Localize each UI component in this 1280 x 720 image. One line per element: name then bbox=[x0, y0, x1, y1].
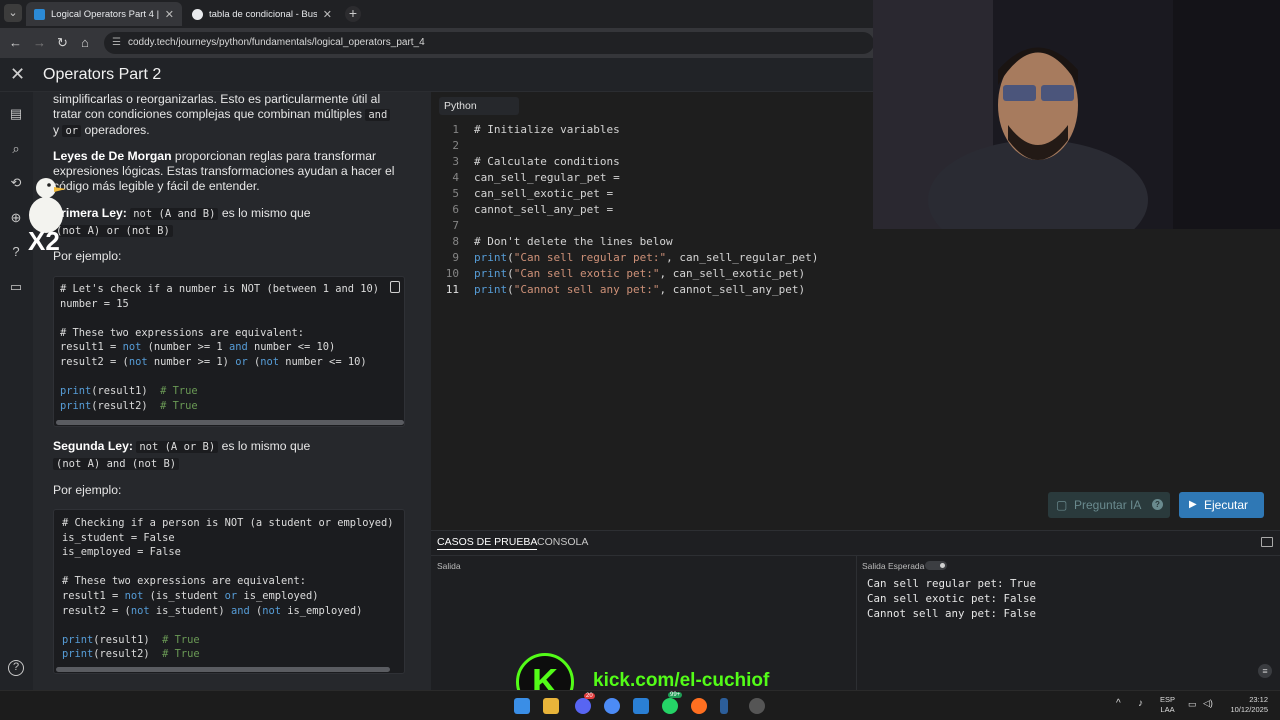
taskbar: 20 99+ ^ ♪ ESP LAA ▭ ◁) 23:12 10/12/2025 bbox=[0, 690, 1280, 720]
code-scrollbar[interactable] bbox=[56, 667, 390, 672]
lesson-doc-icon[interactable]: ▤ bbox=[8, 106, 24, 122]
ask-ai-button[interactable]: ▢ Preguntar IA ? bbox=[1048, 492, 1170, 518]
run-button[interactable]: ▶ Ejecutar bbox=[1179, 492, 1264, 518]
site-info-icon[interactable]: ☰ bbox=[112, 32, 121, 54]
menu-icon[interactable]: ≡ bbox=[1258, 664, 1272, 678]
intro-text: simplificarlas o reorganizarlas. Esto es… bbox=[53, 92, 413, 139]
expected-line: Can sell regular pet: True bbox=[867, 577, 1037, 590]
close-lesson-icon[interactable]: ✕ bbox=[10, 64, 25, 85]
vscode-icon[interactable] bbox=[633, 698, 649, 714]
info-icon: ? bbox=[1152, 499, 1163, 510]
chrome-icon[interactable] bbox=[604, 698, 620, 714]
reload-icon[interactable]: ↻ bbox=[57, 35, 68, 51]
example-label-2: Por ejemplo: bbox=[53, 483, 122, 497]
search-doc-icon[interactable]: ⌕ bbox=[8, 141, 24, 157]
output-label: Salida bbox=[437, 561, 461, 571]
code-scrollbar[interactable] bbox=[56, 420, 404, 425]
kick-url-text: kick.com/el-cuchiof bbox=[593, 670, 770, 691]
forward-arrow-icon[interactable]: → bbox=[33, 35, 46, 50]
ai-icon: ▢ bbox=[1056, 498, 1068, 512]
tab-test-cases[interactable]: CASOS DE PRUEBA bbox=[437, 536, 538, 550]
windows-start-icon[interactable] bbox=[514, 698, 530, 714]
chat-icon[interactable]: ▭ bbox=[8, 279, 24, 295]
first-law: Primera Ley: not (A and B) es lo mismo q… bbox=[53, 206, 311, 237]
duck-label: X2 bbox=[28, 226, 60, 256]
discord-icon[interactable] bbox=[575, 698, 591, 714]
expected-line: Can sell exotic pet: False bbox=[867, 592, 1037, 605]
new-tab-button[interactable]: + bbox=[345, 6, 361, 22]
network-icon[interactable]: ▭ bbox=[1188, 699, 1197, 710]
whatsapp-badge: 99+ bbox=[668, 692, 683, 698]
expected-output-label: Salida Esperada bbox=[862, 561, 925, 571]
browser-tab-search[interactable]: tabla de condicional - Buscar co ✕ bbox=[184, 2, 340, 26]
browser-tab-active[interactable]: Logical Operators Part 4 | Pytho ✕ bbox=[26, 2, 182, 26]
language-indicator[interactable]: ESP LAA bbox=[1160, 695, 1175, 715]
firefox-icon[interactable] bbox=[691, 698, 707, 714]
back-arrow-icon[interactable]: ← bbox=[9, 35, 22, 50]
github-icon[interactable] bbox=[749, 698, 765, 714]
tray-overflow-icon[interactable]: ^ bbox=[1116, 698, 1121, 709]
discord-badge: 20 bbox=[584, 693, 595, 699]
copy-icon[interactable] bbox=[390, 281, 400, 293]
tab-close-icon[interactable]: ✕ bbox=[165, 8, 174, 21]
duck-overlay: X2 bbox=[26, 170, 74, 260]
tab-search-menu[interactable]: ⌄ bbox=[4, 4, 22, 22]
webcam-overlay bbox=[873, 0, 1280, 229]
home-icon[interactable]: ⌂ bbox=[81, 35, 89, 50]
panel-layout-icon[interactable] bbox=[1261, 537, 1273, 547]
tab-close-icon[interactable]: ✕ bbox=[323, 8, 332, 21]
example-label-1: Por ejemplo: bbox=[53, 249, 122, 263]
demorgan-text: Leyes de De Morgan proporcionan reglas p… bbox=[53, 149, 395, 193]
code-example-2: # Checking if a person is NOT (a student… bbox=[53, 509, 405, 674]
address-bar[interactable]: ☰ coddy.tech/journeys/python/fundamental… bbox=[104, 32, 874, 54]
app-icon[interactable] bbox=[720, 698, 728, 714]
history-icon[interactable]: ⟲ bbox=[8, 175, 24, 191]
volume-icon[interactable]: ◁) bbox=[1203, 698, 1213, 709]
google-favicon-icon bbox=[192, 8, 203, 20]
page-title: Operators Part 2 bbox=[43, 66, 162, 83]
language-tab[interactable]: Python bbox=[439, 97, 519, 115]
coddy-favicon-icon bbox=[34, 8, 45, 20]
tab-console[interactable]: CONSOLA bbox=[537, 536, 588, 548]
play-icon: ▶ bbox=[1189, 499, 1197, 510]
lesson-pane: simplificarlas o reorganizarlas. Esto es… bbox=[33, 92, 431, 690]
file-explorer-icon[interactable] bbox=[543, 698, 559, 714]
microphone-icon[interactable]: ♪ bbox=[1138, 698, 1143, 709]
clock[interactable]: 23:12 10/12/2025 bbox=[1228, 695, 1268, 715]
expected-line: Cannot sell any pet: False bbox=[867, 607, 1037, 620]
streamer-image bbox=[873, 0, 1280, 229]
second-law: Segunda Ley: not (A or B) es lo mismo qu… bbox=[53, 439, 311, 470]
zoom-icon[interactable]: ⊕ bbox=[8, 210, 24, 226]
help-circle-icon[interactable]: ? bbox=[8, 244, 24, 260]
expected-output-toggle[interactable] bbox=[925, 561, 947, 570]
code-example-1: # Let's check if a number is NOT (betwee… bbox=[53, 276, 405, 427]
help-icon[interactable]: ? bbox=[8, 660, 24, 676]
whatsapp-icon[interactable] bbox=[662, 698, 678, 714]
